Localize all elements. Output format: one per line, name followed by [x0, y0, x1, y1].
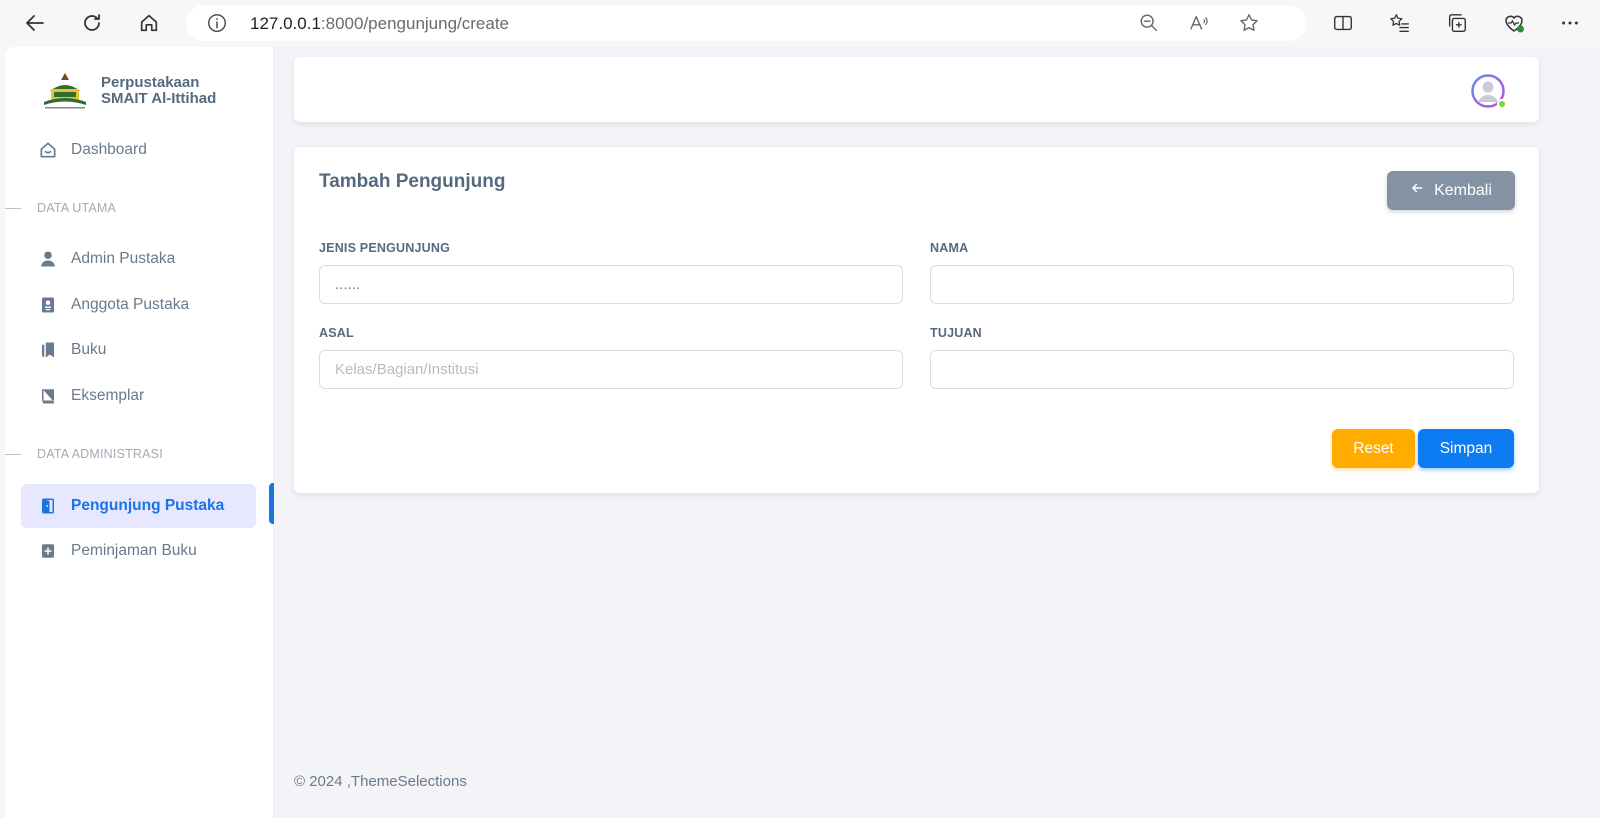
- book-icon: [38, 386, 58, 406]
- user-icon: [38, 249, 58, 269]
- section-divider: [5, 207, 21, 209]
- info-icon[interactable]: [206, 12, 228, 34]
- sidebar-item-dashboard[interactable]: Dashboard: [21, 128, 256, 172]
- tujuan-label: TUJUAN: [930, 326, 982, 340]
- brand-line-1: Perpustakaan: [101, 74, 200, 91]
- save-button[interactable]: Simpan: [1418, 429, 1514, 468]
- page-title: Tambah Pengunjung: [319, 171, 506, 192]
- form-card: Tambah Pengunjung Kembali JENIS PENGUNJU…: [294, 147, 1539, 493]
- library-logo-icon: [44, 73, 86, 109]
- contact-card-icon: [38, 295, 58, 315]
- user-avatar[interactable]: [1471, 74, 1507, 109]
- section-data-administrasi: DATA ADMINISTRASI: [5, 444, 163, 464]
- sidebar-item-label: Anggota Pustaka: [71, 296, 190, 313]
- read-aloud-icon[interactable]: [1188, 12, 1210, 34]
- sidebar-item-admin-pustaka[interactable]: Admin Pustaka: [21, 237, 256, 281]
- section-label: DATA UTAMA: [37, 201, 117, 215]
- url-path: :8000/pengunjung/create: [320, 14, 510, 33]
- reset-button[interactable]: Reset: [1332, 429, 1415, 468]
- brand[interactable]: Perpustakaan SMAIT Al-Ittihad: [40, 71, 216, 111]
- split-screen-icon[interactable]: [1329, 9, 1357, 37]
- browser-toolbar: 127.0.0.1:8000/pengunjung/create: [0, 0, 1600, 46]
- tujuan-input[interactable]: [930, 350, 1514, 389]
- more-options-icon[interactable]: [1556, 9, 1584, 37]
- home-icon[interactable]: [134, 8, 164, 38]
- nama-label: NAMA: [930, 241, 969, 255]
- jenis-pengunjung-value: ......: [335, 276, 361, 293]
- section-label: DATA ADMINISTRASI: [37, 447, 163, 461]
- nama-input[interactable]: [930, 265, 1514, 304]
- arrow-left-icon: [1410, 181, 1424, 200]
- url-host: 127.0.0.1: [250, 14, 321, 33]
- collections-icon[interactable]: [1443, 9, 1471, 37]
- book-add-icon: [38, 541, 58, 561]
- brand-name: Perpustakaan SMAIT Al-Ittihad: [101, 75, 216, 107]
- asal-placeholder: Kelas/Bagian/Institusi: [335, 361, 479, 378]
- asal-input[interactable]: Kelas/Bagian/Institusi: [319, 350, 903, 389]
- asal-label: ASAL: [319, 326, 354, 340]
- sidebar-item-label: Peminjaman Buku: [71, 542, 197, 559]
- sidebar-item-label: Eksemplar: [71, 387, 145, 404]
- home-smile-icon: [38, 140, 58, 160]
- zoom-out-icon[interactable]: [1138, 12, 1160, 34]
- sidebar-item-label: Pengunjung Pustaka: [71, 497, 225, 514]
- jenis-pengunjung-select[interactable]: ......: [319, 265, 903, 304]
- sidebar-item-eksemplar[interactable]: Eksemplar: [21, 374, 256, 418]
- footer-copyright: © 2024 ,ThemeSelections: [294, 773, 467, 790]
- back-button-label: Kembali: [1434, 181, 1492, 199]
- sidebar-item-buku[interactable]: Buku: [21, 328, 256, 372]
- sidebar-item-peminjaman-buku[interactable]: Peminjaman Buku: [21, 529, 256, 573]
- sidebar-item-label: Dashboard: [71, 141, 147, 158]
- brand-line-2: SMAIT Al-Ittihad: [101, 90, 217, 107]
- sidebar-item-pengunjung-pustaka[interactable]: Pengunjung Pustaka: [21, 484, 256, 528]
- bookmarks-icon: [38, 340, 58, 360]
- jenis-pengunjung-label: JENIS PENGUNJUNG: [319, 241, 451, 255]
- sidebar-item-anggota-pustaka[interactable]: Anggota Pustaka: [21, 283, 256, 327]
- back-button[interactable]: Kembali: [1387, 171, 1515, 210]
- sidebar-item-label: Admin Pustaka: [71, 250, 176, 267]
- url-text: 127.0.0.1:8000/pengunjung/create: [250, 14, 509, 34]
- section-data-utama: DATA UTAMA: [5, 198, 116, 218]
- sidebar: Perpustakaan SMAIT Al-Ittihad Dashboard …: [5, 47, 274, 818]
- back-arrow-icon[interactable]: [20, 8, 50, 38]
- refresh-icon[interactable]: [77, 8, 107, 38]
- section-divider: [5, 453, 21, 455]
- app-window: Perpustakaan SMAIT Al-Ittihad Dashboard …: [5, 47, 1600, 818]
- top-navbar: [294, 57, 1539, 122]
- online-status-dot: [1497, 99, 1507, 109]
- door-open-icon: [38, 496, 58, 516]
- sidebar-item-label: Buku: [71, 341, 107, 358]
- active-indicator: [269, 483, 274, 524]
- favorites-list-icon[interactable]: [1386, 9, 1414, 37]
- browser-essentials-icon[interactable]: [1500, 9, 1528, 37]
- favorite-star-icon[interactable]: [1238, 12, 1260, 34]
- address-bar[interactable]: 127.0.0.1:8000/pengunjung/create: [186, 5, 1306, 41]
